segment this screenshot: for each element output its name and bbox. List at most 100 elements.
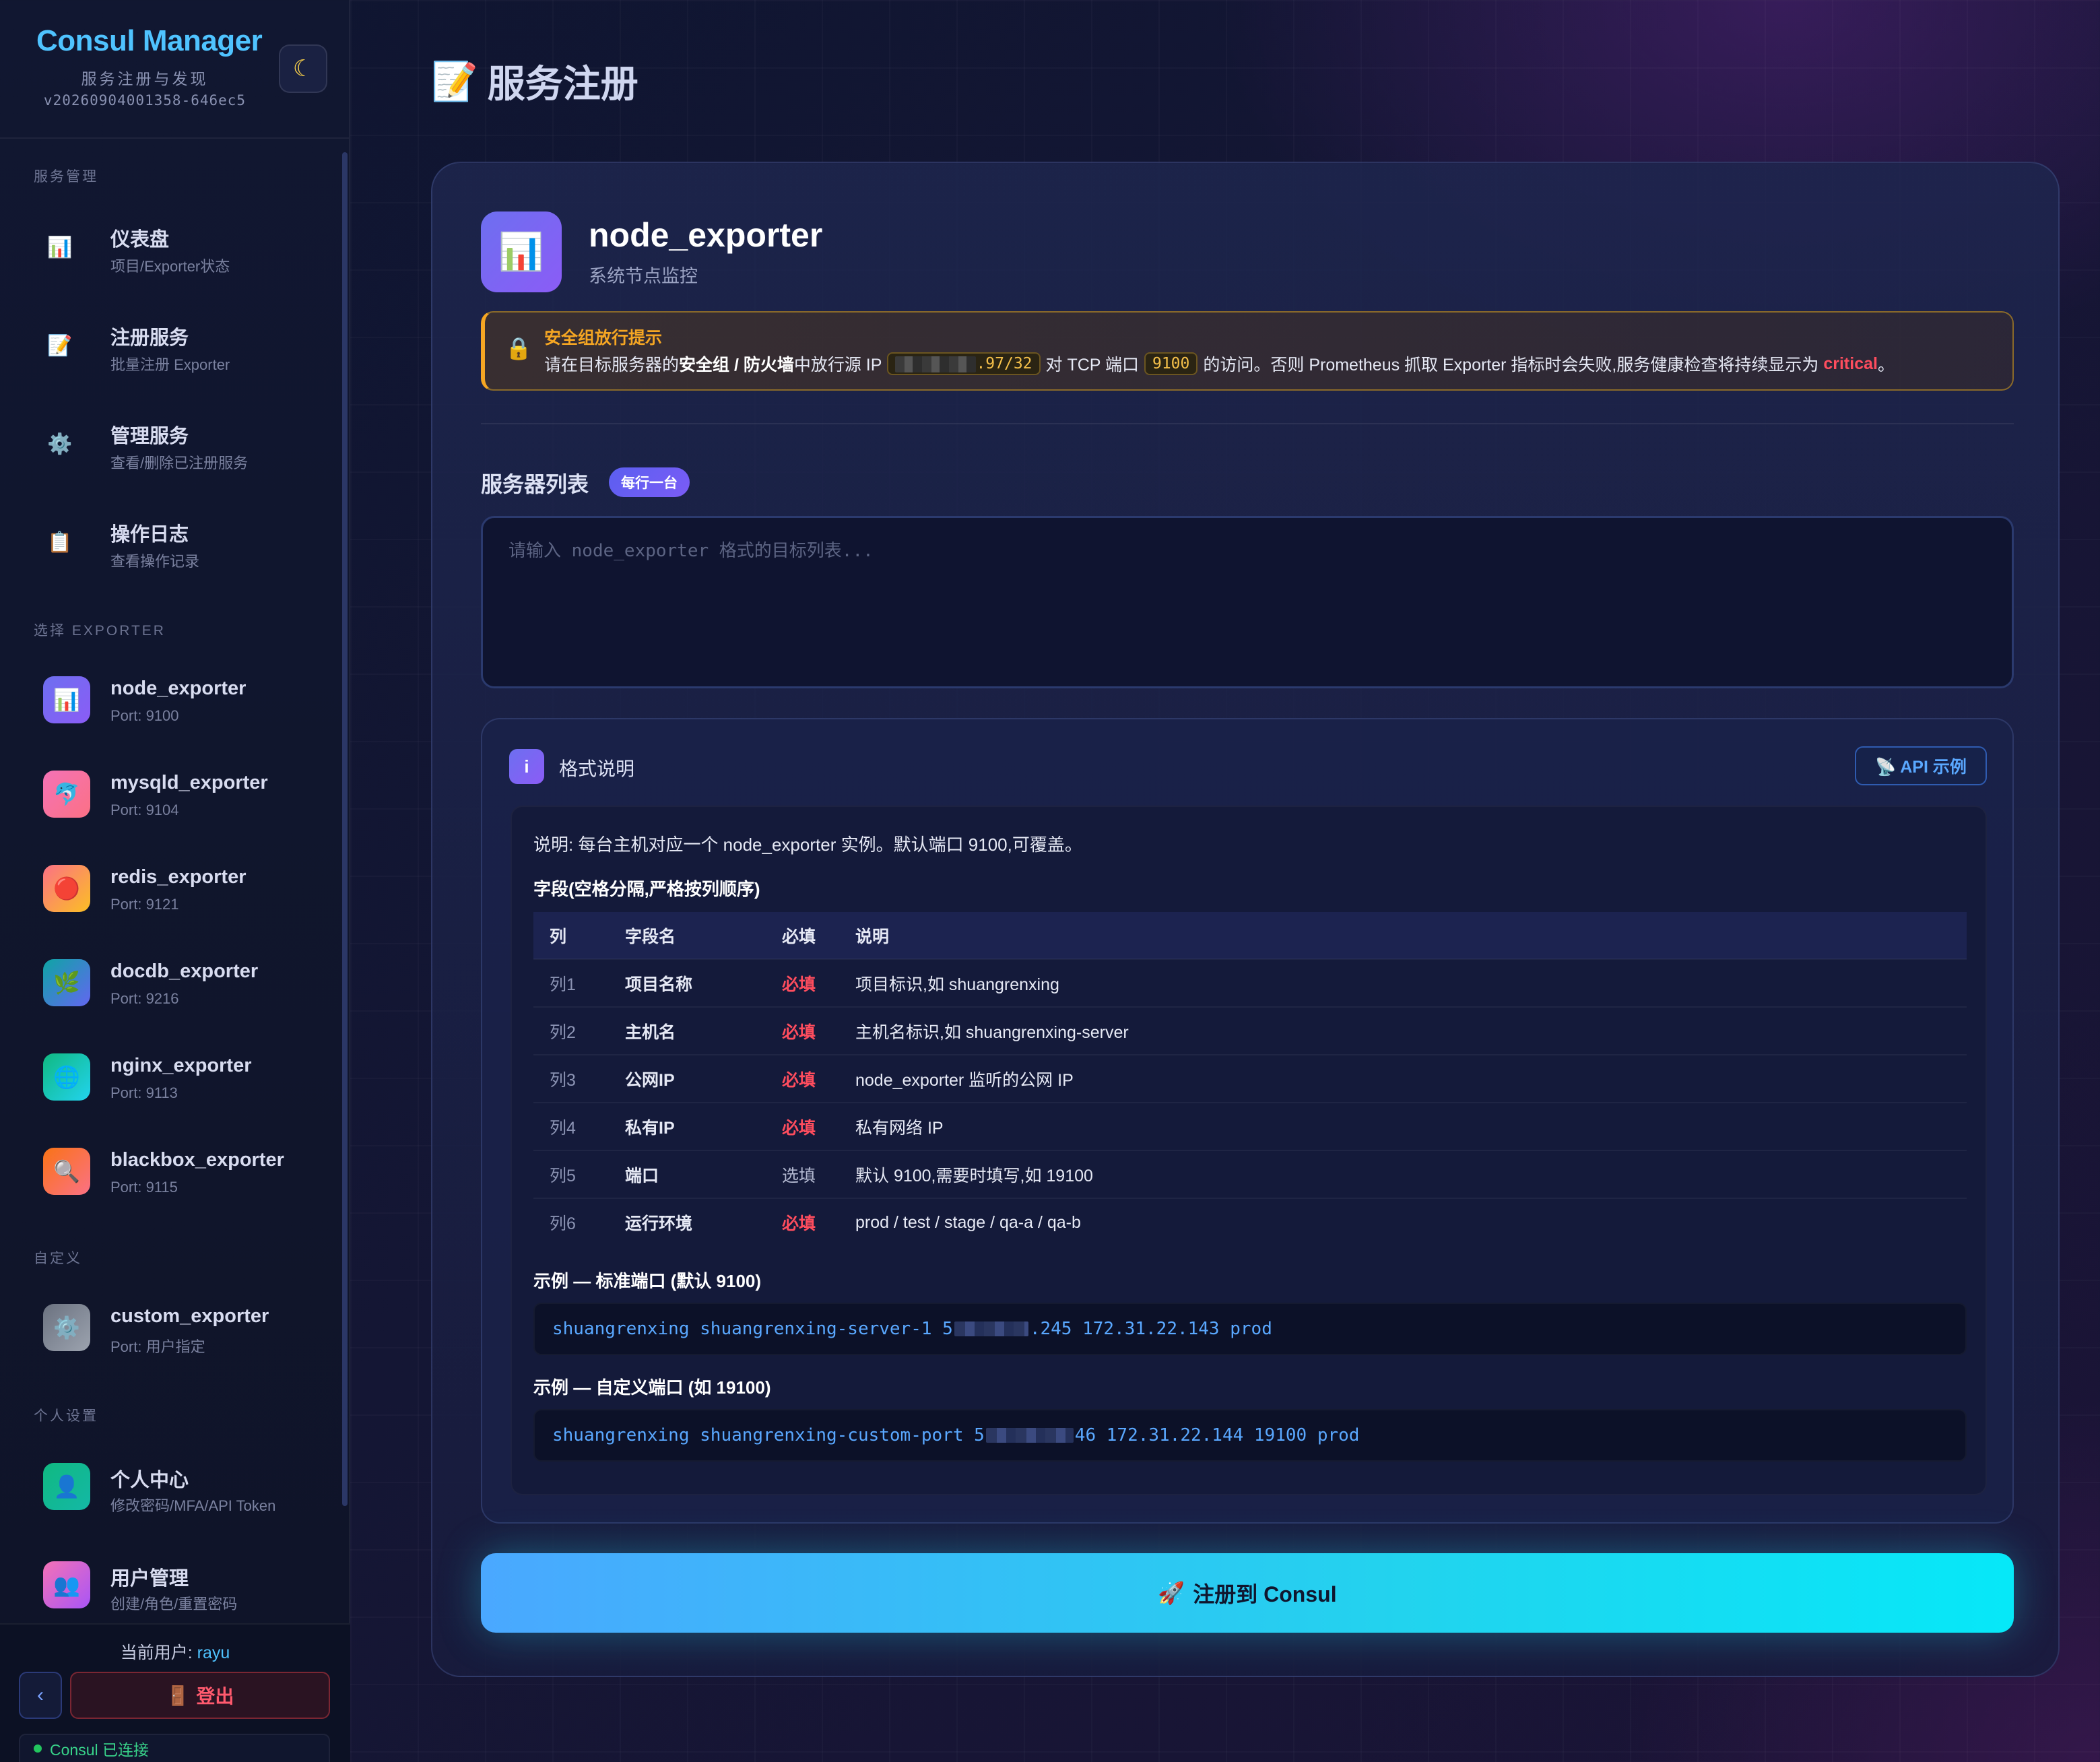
brand-header: Consul Manager 服务注册与发现 v20260904001358-6…: [0, 0, 349, 139]
alert-title: 安全组放行提示: [544, 329, 663, 348]
exporter-name: custom_exporter: [110, 1305, 269, 1327]
sidebar-footer: 当前用户: rayu ‹ 🚪 登出 Consul 已连接: [0, 1623, 350, 1762]
alert-text: 的访问。否则 Prometheus 抓取 Exporter 指标时会失败,服务健…: [1203, 356, 1819, 374]
format-title: 格式说明: [559, 758, 635, 779]
sidebar-item-label: 用户管理: [110, 1568, 189, 1590]
exporter-item-mysqld[interactable]: 🐬 mysqld_exporter Port: 9104: [27, 754, 323, 828]
sidebar-item-users[interactable]: 👥 用户管理 创建/角色/重置密码: [27, 1545, 323, 1619]
logout-label: 登出: [196, 1686, 234, 1707]
format-description: 说明: 每台主机对应一个 node_exporter 实例。默认端口 9100,…: [533, 835, 1082, 855]
exporter-item-blackbox[interactable]: 🔍 blackbox_exporter Port: 9115: [27, 1132, 323, 1206]
table-row: 列4 私有IP 必填 私有网络 IP: [533, 1102, 1967, 1150]
app-subtitle: 服务注册与发现: [81, 70, 209, 88]
exporter-item-nginx[interactable]: 🌐 nginx_exporter Port: 9113: [27, 1037, 323, 1111]
sidebar-item-label: 管理服务: [110, 426, 189, 447]
connection-status: Consul 已连接: [19, 1734, 330, 1762]
cell-desc: prod / test / stage / qa-a / qa-b: [839, 1198, 1967, 1246]
fields-title: 字段(空格分隔,严格按列顺序): [533, 879, 760, 899]
collapse-sidebar-button[interactable]: ‹: [19, 1672, 62, 1719]
sidebar-item-manage[interactable]: ⚙️ 管理服务 查看/删除已注册服务: [27, 403, 323, 484]
code-text: shuangrenxing shuangrenxing-custom-port …: [552, 1425, 985, 1445]
exporter-item-redis[interactable]: 🔴 redis_exporter Port: 9121: [27, 849, 323, 923]
example-standard-title: 示例 — 标准端口 (默认 9100): [533, 1271, 762, 1291]
exporter-description: 系统节点监控: [589, 266, 698, 286]
gear-icon: ⚙️: [43, 1304, 90, 1351]
column-header: 说明: [855, 927, 890, 946]
redacted-block: [895, 356, 977, 372]
door-icon: 🚪: [166, 1685, 190, 1706]
register-submit-button[interactable]: 🚀 注册到 Consul: [481, 1553, 2014, 1633]
exporter-port: Port: 用户指定: [110, 1338, 205, 1355]
cell-desc: node_exporter 监听的公网 IP: [839, 1054, 1967, 1103]
exporter-item-node[interactable]: 📊 node_exporter Port: 9100: [27, 660, 323, 734]
lock-icon: 🔒: [505, 336, 532, 360]
code-text: 46 172.31.22.144 19100 prod: [1074, 1425, 1360, 1445]
cell-col: 列3: [533, 1054, 609, 1103]
redacted-block: [985, 1428, 1074, 1443]
exporter-name: mysqld_exporter: [110, 772, 268, 793]
app-version: v20260904001358-646ec5: [43, 92, 247, 108]
sidebar-item-label: 仪表盘: [110, 229, 170, 251]
format-panel: i 格式说明 📡 API 示例 说明: 每台主机对应一个 node_export…: [481, 718, 2014, 1524]
server-list-input[interactable]: [481, 516, 2014, 688]
sidebar-item-register[interactable]: 📝 注册服务 批量注册 Exporter: [27, 304, 323, 385]
sidebar-item-logs[interactable]: 📋 操作日志 查看操作记录: [27, 501, 323, 582]
alert-text: 。: [1877, 356, 1895, 374]
exporter-name: docdb_exporter: [110, 960, 259, 982]
status-dot-icon: [34, 1744, 42, 1753]
rocket-icon: 🚀: [1158, 1581, 1185, 1605]
gear-icon: ⚙️: [47, 432, 73, 455]
exporter-item-docdb[interactable]: 🌿 docdb_exporter Port: 9216: [27, 943, 323, 1017]
sidebar-item-sub: 修改密码/MFA/API Token: [110, 1497, 276, 1514]
port-chip: 9100: [1144, 352, 1198, 375]
cell-required: 必填: [758, 1054, 839, 1103]
code-text: shuangrenxing shuangrenxing-server-1 5: [552, 1319, 953, 1339]
memo-icon: 📝: [431, 59, 478, 102]
theme-toggle-button[interactable]: ☾: [279, 44, 327, 93]
sidebar: Consul Manager 服务注册与发现 v20260904001358-6…: [0, 0, 350, 1762]
alert-text: 请在目标服务器的: [544, 356, 680, 374]
alert-body: 请在目标服务器的 安全组 / 防火墙 中放行源 IP .97/32 对 TCP 端口…: [544, 352, 1895, 376]
exporter-name: nginx_exporter: [110, 1055, 252, 1076]
red-circle-icon: 🔴: [43, 865, 90, 912]
user-icon: 👤: [43, 1463, 90, 1510]
sidebar-item-sub: 创建/角色/重置密码: [110, 1596, 238, 1612]
column-header: 列: [550, 927, 567, 946]
exporter-item-custom[interactable]: ⚙️ custom_exporter Port: 用户指定: [27, 1288, 323, 1362]
example-standard-code: shuangrenxing shuangrenxing-server-1 5 .2…: [533, 1303, 1967, 1355]
fields-table: 列 字段名 必填 说明 列1 项目名称 必填 项目标识,如 shuangrenx…: [533, 912, 1967, 1246]
exporter-title: node_exporter: [589, 216, 823, 254]
example-custom-title: 示例 — 自定义端口 (如 19100): [533, 1377, 771, 1398]
exporter-name: redis_exporter: [110, 866, 247, 888]
page-title: 📝 服务注册: [431, 54, 638, 108]
connection-status-text: Consul 已连接: [50, 1741, 149, 1759]
app-title: Consul Manager: [36, 24, 263, 57]
example-custom-code: shuangrenxing shuangrenxing-custom-port …: [533, 1409, 1967, 1462]
table-row: 列5 端口 选填 默认 9100,需要时填写,如 19100: [533, 1150, 1967, 1198]
exporter-port: Port: 9100: [110, 707, 179, 724]
section-title-personal: 个人设置: [34, 1408, 98, 1424]
sidebar-item-sub: 查看操作记录: [110, 553, 200, 570]
column-header: 字段名: [625, 927, 676, 946]
logout-button[interactable]: 🚪 登出: [70, 1672, 330, 1719]
column-header: 必填: [781, 927, 816, 946]
critical-label: critical: [1823, 354, 1878, 373]
chart-icon: 📊: [47, 236, 73, 259]
cell-field: 端口: [609, 1150, 758, 1198]
table-row: 列3 公网IP 必填 node_exporter 监听的公网 IP: [533, 1054, 1967, 1103]
current-user: 当前用户: rayu: [0, 1639, 350, 1664]
sidebar-scrollbar[interactable]: [342, 152, 348, 1506]
exporter-port: Port: 9104: [110, 802, 179, 818]
cell-desc: 默认 9100,需要时填写,如 19100: [839, 1150, 1967, 1198]
sidebar-item-label: 个人中心: [110, 1470, 189, 1491]
cell-required: 必填: [758, 1198, 839, 1246]
server-list-badge: 每行一台: [609, 467, 690, 497]
sidebar-item-profile[interactable]: 👤 个人中心 修改密码/MFA/API Token: [27, 1447, 323, 1521]
sidebar-item-sub: 项目/Exporter状态: [110, 258, 230, 275]
page-title-text: 服务注册: [487, 63, 638, 105]
cell-desc: 主机名标识,如 shuangrenxing-server: [839, 1006, 1967, 1055]
api-example-button[interactable]: 📡 API 示例: [1855, 746, 1987, 785]
exporter-port: Port: 9121: [110, 896, 179, 913]
sidebar-item-dashboard[interactable]: 📊 仪表盘 项目/Exporter状态: [27, 206, 323, 287]
chevron-left-icon: ‹: [37, 1684, 44, 1706]
